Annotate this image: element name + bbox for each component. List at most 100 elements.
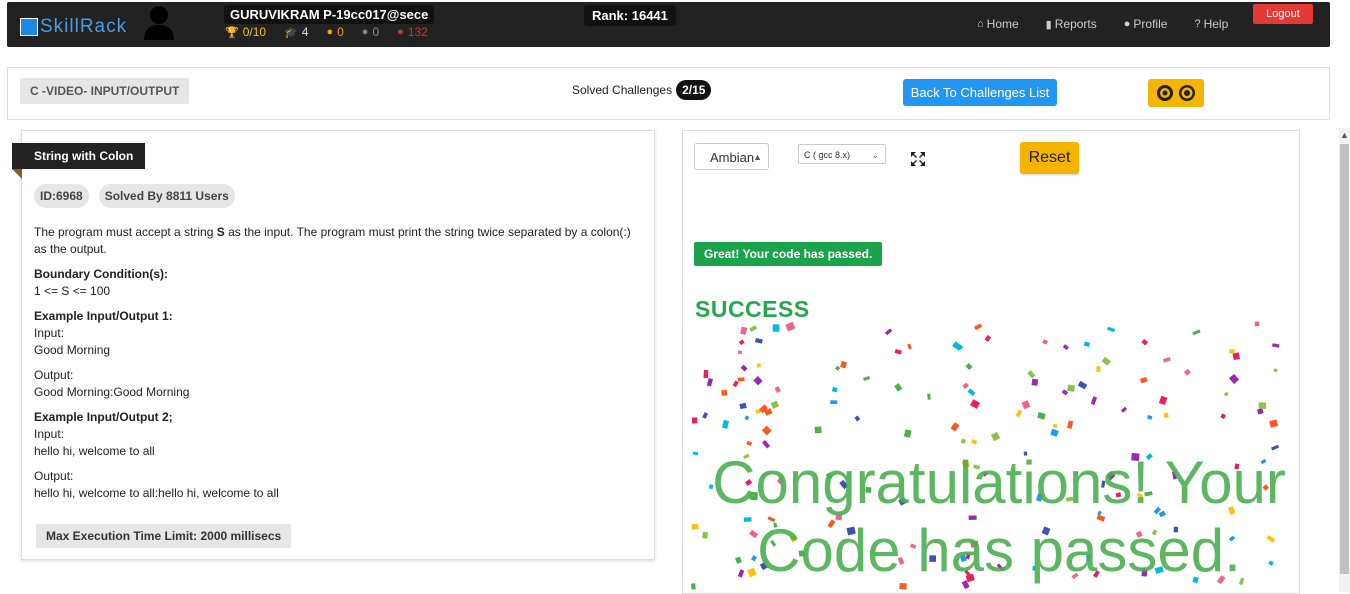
confetti-piece (1183, 368, 1191, 376)
confetti-piece (1220, 413, 1227, 420)
confetti-piece (774, 386, 781, 394)
confetti-piece (1147, 415, 1153, 420)
confetti-piece (1269, 419, 1279, 428)
scrollbar-thumb[interactable] (1340, 144, 1349, 574)
stat-silver: ● 0 (361, 25, 380, 39)
rank-label: Rank: 16441 (584, 5, 676, 26)
confetti-piece (1090, 396, 1098, 406)
confetti-piece (834, 365, 841, 371)
home-icon: ⌂ (977, 18, 984, 30)
brand-logo[interactable]: SkillRack (20, 16, 127, 38)
nav-help[interactable]: ? Help (1194, 17, 1228, 31)
confetti-piece (785, 321, 796, 332)
confetti-piece (754, 337, 763, 344)
confetti-piece (907, 343, 912, 350)
confetti-piece (1139, 376, 1148, 384)
confetti-piece (1052, 423, 1058, 428)
confetti-piece (1083, 341, 1091, 347)
confetti-piece (884, 328, 893, 336)
confetti-piece (1223, 391, 1229, 397)
confetti-piece (703, 369, 709, 379)
confetti-piece (903, 429, 912, 438)
chevron-down-icon: ⌄ (871, 150, 879, 160)
browser-icons (1157, 85, 1195, 101)
confetti-piece (840, 360, 848, 369)
nav-links: ⌂ Home ▮ Reports ● Profile ? Help (977, 17, 1255, 31)
confetti-piece (1037, 412, 1046, 420)
confetti-piece (970, 399, 981, 409)
confetti-piece (990, 431, 1001, 442)
confetti-piece (706, 377, 713, 387)
stat-gold: ● 0 (326, 25, 344, 39)
boundary-section: Boundary Condition(s): 1 <= S <= 100 (34, 267, 168, 298)
confetti-piece (1062, 344, 1069, 350)
confetti-piece (1162, 356, 1171, 363)
reset-button[interactable]: Reset (1020, 142, 1079, 174)
confetti-piece (1042, 339, 1048, 345)
category-label: C -VIDEO- INPUT/OUTPUT (20, 78, 190, 104)
problem-title: String with Colon (12, 143, 146, 169)
confetti-piece (1050, 428, 1059, 437)
confetti-piece (854, 415, 861, 422)
scroll-up-arrow-icon[interactable]: ▲ (1339, 130, 1350, 142)
confetti-piece (1229, 349, 1235, 354)
confetti-piece (737, 350, 743, 355)
confetti-piece (1256, 408, 1264, 415)
confetti-piece (1067, 420, 1074, 429)
confetti-piece (753, 376, 763, 386)
logout-button[interactable]: Logout (1253, 4, 1313, 24)
solved-count-badge: 2/15 (676, 80, 712, 100)
theme-select[interactable]: Ambian ▲ (694, 143, 769, 170)
gold-medal-icon: ● (326, 26, 334, 38)
page-scrollbar[interactable]: ▲ (1339, 128, 1350, 592)
confetti-piece (1158, 395, 1168, 406)
stat-bronze: ● 132 (397, 25, 428, 39)
confetti-piece (974, 323, 983, 331)
confetti-piece (691, 417, 698, 424)
graduation-cap-icon: 🎓 (284, 26, 298, 39)
problem-statement: The program must accept a string S as th… (34, 225, 631, 256)
confetti-piece (722, 419, 730, 429)
confetti-piece (950, 422, 960, 432)
confetti-piece (770, 400, 780, 409)
nav-reports[interactable]: ▮ Reports (1046, 17, 1097, 31)
confetti-piece (1031, 378, 1039, 386)
avatar[interactable] (143, 4, 175, 40)
top-navbar: SkillRack GURUVIKRAM P-19cc017@sece 🏆 0/… (7, 2, 1330, 47)
updown-arrow-icon: ▲ (753, 152, 762, 162)
confetti-piece (772, 324, 780, 332)
confetti-piece (1254, 321, 1260, 327)
confetti-piece (756, 363, 761, 368)
solved-challenges: Solved Challenges 2/15 (572, 80, 712, 100)
confetti-piece (831, 387, 838, 393)
question-icon: ? (1194, 18, 1201, 30)
confetti-piece (814, 426, 822, 434)
confetti-piece (1077, 380, 1088, 390)
confetti-piece (1021, 400, 1031, 410)
expand-icon[interactable] (910, 151, 926, 167)
confetti-piece (740, 364, 748, 372)
skillrack-logo-icon (20, 18, 38, 36)
confetti-piece (960, 438, 966, 444)
problem-description: The program must accept a string S as th… (34, 224, 646, 510)
confetti-piece (740, 326, 748, 335)
language-select[interactable]: C ( gcc 8.x) ⌄ (798, 144, 886, 164)
confetti-piece (732, 380, 739, 388)
back-to-challenges-button[interactable]: Back To Challenges List (903, 79, 1057, 106)
nav-profile[interactable]: ● Profile (1124, 17, 1168, 31)
silver-medal-icon: ● (361, 26, 369, 38)
max-execution-time: Max Execution Time Limit: 2000 millisecs (36, 524, 292, 548)
stat-trophies: 🏆 0/10 (225, 25, 267, 39)
confetti-piece (971, 439, 978, 445)
confetti-piece (894, 383, 903, 392)
confetti-piece (1192, 329, 1201, 336)
confetti-piece (984, 334, 992, 342)
confetti-piece (1067, 384, 1076, 392)
confetti-piece (1107, 326, 1116, 333)
browser-extension-button[interactable] (1148, 79, 1204, 107)
nav-home[interactable]: ⌂ Home (977, 17, 1019, 31)
stat-certificates: 🎓 4 (284, 25, 309, 39)
confetti-piece (1232, 352, 1241, 361)
confetti-piece (1120, 406, 1128, 413)
confetti-piece (1015, 409, 1023, 418)
